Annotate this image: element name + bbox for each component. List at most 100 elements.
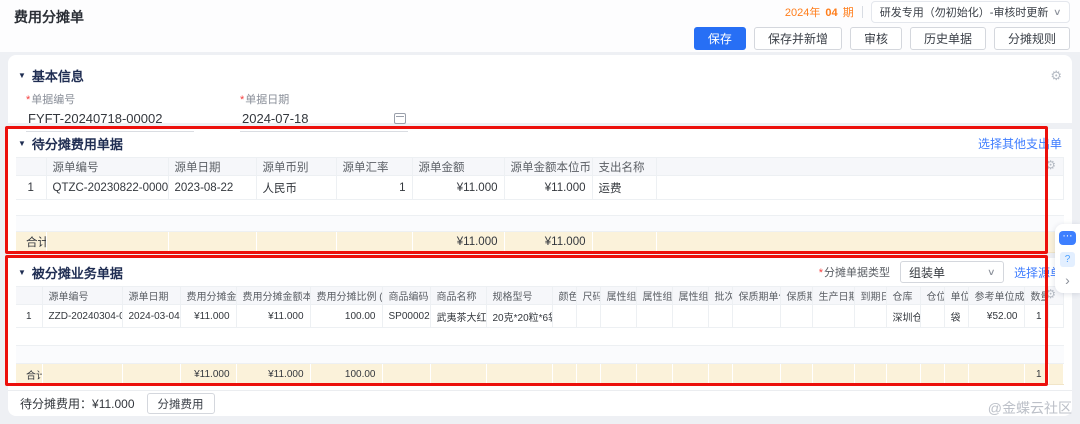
cell	[732, 305, 780, 328]
page: 费用分摊单 2024年 04 期 研发专用（勿初始化）-审核时更新 ∨ 保存 保…	[0, 0, 1080, 424]
calendar-icon[interactable]	[394, 113, 406, 124]
required-icon: *	[240, 94, 244, 106]
column-header: 批次	[708, 287, 732, 305]
empty-row	[16, 200, 1064, 216]
section-pending-expense: ▼ 待分摊费用单据 选择其他支出单 源单编号源单日期源单币别源单汇率源单金额源单…	[8, 129, 1072, 252]
page-title: 费用分摊单	[14, 7, 84, 27]
top-bar: 费用分摊单 2024年 04 期 研发专用（勿初始化）-审核时更新 ∨ 保存 保…	[0, 0, 1080, 52]
section-basic-info: ▼ 基本信息 ⚙ *单据编号 FYFT-20240718-00002 *单据日期…	[8, 55, 1072, 123]
column-header: 属性组3	[600, 287, 636, 305]
cell: SP00002	[382, 305, 430, 328]
save-button[interactable]: 保存	[694, 27, 746, 50]
column-header: 源单金额本位币	[504, 158, 592, 176]
chevron-down-icon: ∨	[1053, 7, 1062, 18]
source-doc-link[interactable]: QTZC-20230822-00001	[46, 176, 168, 200]
required-icon: *	[26, 94, 30, 106]
cell: ¥11.000	[236, 305, 310, 328]
column-header: 源单编号	[46, 158, 168, 176]
accounting-period: 2024年 04 期	[785, 4, 854, 20]
cell	[552, 305, 576, 328]
cell: ¥52.00	[968, 305, 1024, 328]
divider	[862, 6, 863, 18]
cell	[256, 232, 336, 253]
allocate-fee-button[interactable]: 分摊费用	[147, 393, 215, 414]
save-and-new-button[interactable]: 保存并新增	[754, 27, 842, 50]
help-icon[interactable]: ?	[1060, 252, 1075, 267]
collapse-triangle-icon[interactable]: ▼	[18, 268, 26, 277]
cell	[46, 232, 168, 253]
chevron-down-icon: ∨	[987, 267, 996, 278]
column-header: 保质期单位	[732, 287, 780, 305]
cell: 合计	[16, 364, 42, 385]
column-header: 生产日期	[812, 287, 854, 305]
collapse-triangle-icon[interactable]: ▼	[18, 71, 26, 80]
profile-switcher[interactable]: 研发专用（勿初始化）-审核时更新 ∨	[871, 1, 1070, 23]
cell: 人民币	[256, 176, 336, 200]
doc-type-value: 组装单	[909, 264, 945, 281]
column-header: 仓位	[920, 287, 944, 305]
cell	[968, 364, 1024, 385]
section-title-pending: 待分摊费用单据	[32, 134, 123, 153]
allocated-table-header: 源单编号源单日期费用分摊金额费用分摊金额本位币费用分摊比例 (%)商品编码商品名…	[16, 287, 1064, 305]
cell: 1	[16, 176, 46, 200]
doc-number-label: *单据编号	[26, 91, 194, 107]
side-float-panel: ⋯ ? ›	[1055, 224, 1080, 293]
chat-icon[interactable]: ⋯	[1059, 231, 1076, 245]
column-header: 仓库	[886, 287, 920, 305]
cell	[708, 305, 732, 328]
cell	[336, 232, 412, 253]
cell: 1	[16, 305, 42, 328]
table-settings-gear-icon[interactable]: ⚙	[1045, 288, 1056, 300]
cell	[920, 364, 944, 385]
cell	[382, 364, 430, 385]
pending-table-header: 源单编号源单日期源单币别源单汇率源单金额源单金额本位币支出名称	[16, 158, 1064, 176]
cell	[920, 305, 944, 328]
cell: 20克*20粒*6袋	[486, 305, 552, 328]
doc-number-field: *单据编号 FYFT-20240718-00002	[26, 91, 194, 132]
cell: 深圳仓	[886, 305, 920, 328]
cell: 运费	[592, 176, 656, 200]
collapse-triangle-icon[interactable]: ▼	[18, 139, 26, 148]
cell	[600, 364, 636, 385]
column-header: 到期日	[854, 287, 886, 305]
cell	[552, 364, 576, 385]
column-header: 源单编号	[42, 287, 122, 305]
column-header: 商品名称	[430, 287, 486, 305]
cell	[656, 176, 1064, 200]
column-header: 规格型号	[486, 287, 552, 305]
column-header: 源单金额	[412, 158, 504, 176]
history-button[interactable]: 历史单据	[910, 27, 986, 50]
select-other-expense-link[interactable]: 选择其他支出单	[978, 135, 1062, 152]
source-doc-link[interactable]: ZZD-20240304-00001	[42, 305, 122, 328]
column-header: 支出名称	[592, 158, 656, 176]
pending-fee-text: 待分摊费用：¥11.000	[20, 395, 135, 412]
cell	[854, 305, 886, 328]
allocated-total-row: 合计¥11.000¥11.000100.001	[16, 364, 1064, 385]
doc-date-label: *单据日期	[240, 91, 408, 107]
allocation-rule-button[interactable]: 分摊规则	[994, 27, 1070, 50]
cell	[1048, 364, 1064, 385]
pending-table-row: 1QTZC-20230822-000012023-08-22人民币1¥11.00…	[16, 176, 1064, 200]
cell	[1048, 305, 1064, 328]
section-title-basic: 基本信息	[32, 66, 84, 85]
column-header: 源单汇率	[336, 158, 412, 176]
cell: 合计	[16, 232, 46, 253]
cell: ¥11.000	[504, 232, 592, 253]
column-header: 源单日期	[168, 158, 256, 176]
empty-row	[16, 328, 1064, 346]
doc-type-select[interactable]: 组装单 ∨	[900, 261, 1004, 283]
cell	[672, 364, 708, 385]
chevron-right-icon[interactable]: ›	[1065, 274, 1070, 286]
cell: 1	[1024, 364, 1048, 385]
table-settings-gear-icon[interactable]: ⚙	[1045, 159, 1056, 171]
cell	[780, 364, 812, 385]
settings-gear-icon[interactable]: ⚙	[1050, 69, 1062, 82]
cell: 100.00	[310, 364, 382, 385]
cell	[780, 305, 812, 328]
cell	[576, 305, 600, 328]
audit-button[interactable]: 审核	[850, 27, 902, 50]
empty-row	[16, 346, 1064, 364]
cell: ¥11.000	[412, 232, 504, 253]
cell	[656, 232, 1064, 253]
pending-expense-table: 源单编号源单日期源单币别源单汇率源单金额源单金额本位币支出名称 1QTZC-20…	[16, 157, 1064, 253]
